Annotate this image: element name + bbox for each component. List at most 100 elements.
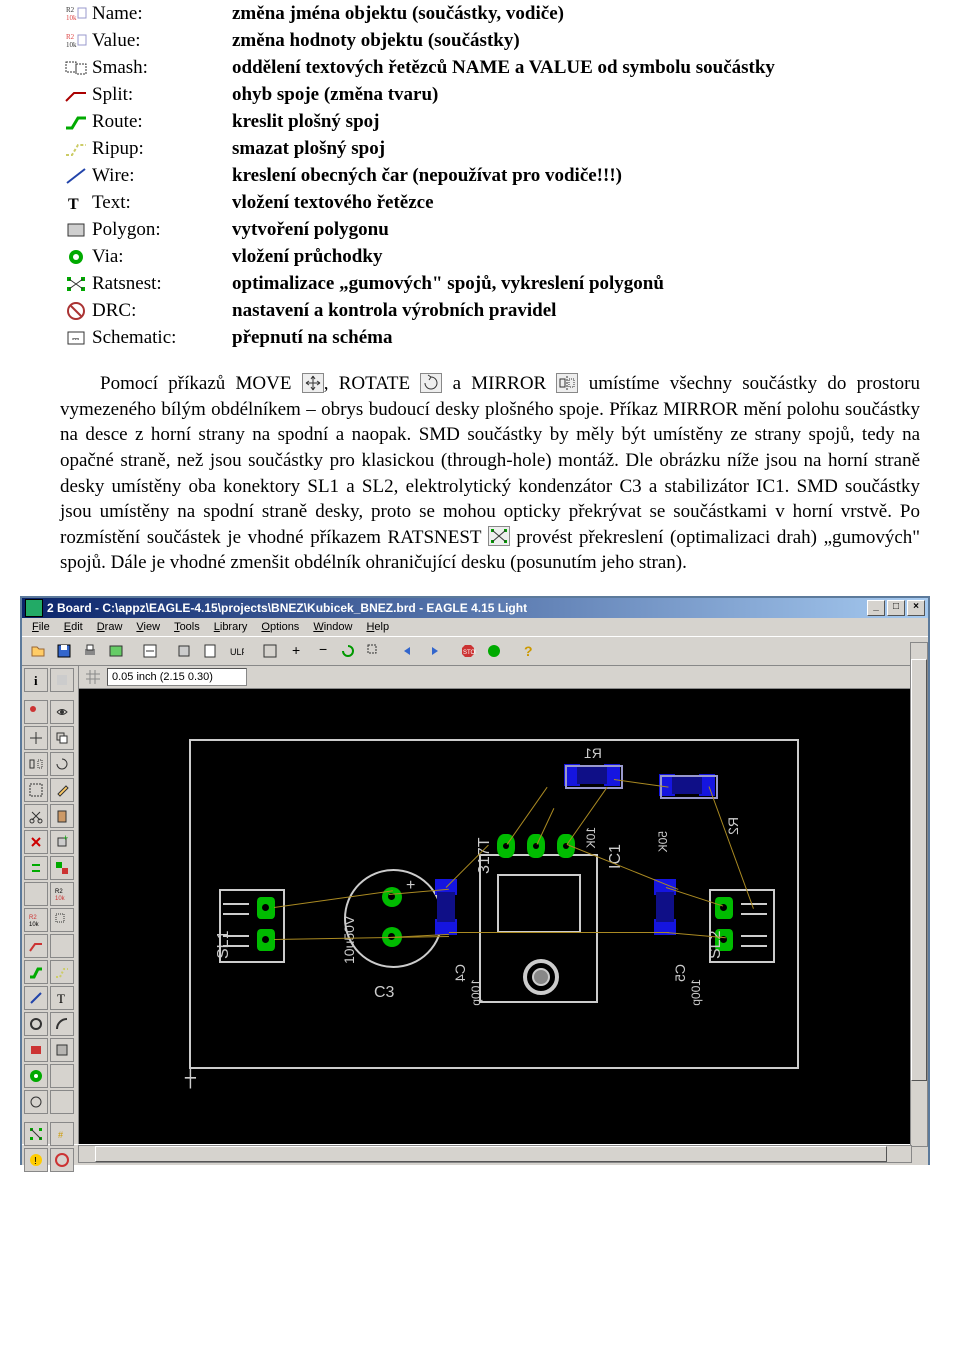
label-c4: C4 xyxy=(452,964,468,982)
auto-button[interactable]: # xyxy=(50,1122,74,1146)
optimize-button[interactable] xyxy=(50,934,74,958)
cmd-desc: vytvoření polygonu xyxy=(232,216,920,243)
copy-button[interactable] xyxy=(50,726,74,750)
svg-text:+: + xyxy=(63,834,68,843)
cmd-label: Text: xyxy=(92,189,232,216)
run-button[interactable]: ULP xyxy=(224,639,248,663)
help-button[interactable]: ? xyxy=(516,639,540,663)
zoom-out-button[interactable]: − xyxy=(310,639,334,663)
mirror-button[interactable] xyxy=(24,752,48,776)
hole-button[interactable] xyxy=(24,1090,48,1114)
replace-button[interactable] xyxy=(50,856,74,880)
text-button[interactable]: T xyxy=(50,986,74,1010)
stop-button[interactable]: STOP xyxy=(456,639,480,663)
svg-text:STOP: STOP xyxy=(463,650,476,656)
cam-button[interactable] xyxy=(104,639,128,663)
errors-button[interactable] xyxy=(50,1148,74,1172)
origin-marker: ┼ xyxy=(185,1068,196,1089)
split-button[interactable] xyxy=(24,934,48,958)
menu-view[interactable]: View xyxy=(130,621,166,633)
attribute-button[interactable] xyxy=(50,1090,74,1114)
cmd-label: Polygon: xyxy=(92,216,232,243)
pinswap-button[interactable] xyxy=(24,856,48,880)
cmd-desc: nastavení a kontrola výrobních pravidel xyxy=(232,297,920,324)
route-icon xyxy=(64,112,88,132)
menu-draw[interactable]: Draw xyxy=(91,621,129,633)
rect-button[interactable] xyxy=(24,1038,48,1062)
cmd-desc: ohyb spoje (změna tvaru) xyxy=(232,81,920,108)
svg-text:10k: 10k xyxy=(29,922,40,928)
paste-button[interactable] xyxy=(50,804,74,828)
add-button[interactable]: + xyxy=(50,830,74,854)
ripup-button[interactable] xyxy=(50,960,74,984)
close-button[interactable]: × xyxy=(907,600,925,616)
titlebar[interactable]: 2 Board - C:\appz\EAGLE-4.15\projects\BN… xyxy=(22,598,928,618)
script-button[interactable] xyxy=(198,639,222,663)
menu-library[interactable]: Library xyxy=(208,621,254,633)
arc-button[interactable] xyxy=(50,1012,74,1036)
go-button[interactable] xyxy=(482,639,506,663)
main-toolbar: ULP + − STOP ? xyxy=(22,636,928,666)
print-button[interactable] xyxy=(78,639,102,663)
group-button[interactable] xyxy=(24,778,48,802)
cmd-desc: přepnutí na schéma xyxy=(232,324,920,351)
minimize-button[interactable]: _ xyxy=(867,600,885,616)
circle-button[interactable] xyxy=(24,1012,48,1036)
polygon-button[interactable] xyxy=(50,1038,74,1062)
show-button[interactable] xyxy=(50,700,74,724)
wire-icon xyxy=(64,166,88,186)
svg-text:10k: 10k xyxy=(66,41,77,49)
rotate-button[interactable] xyxy=(50,752,74,776)
erc-button[interactable]: ! xyxy=(24,1148,48,1172)
menu-options[interactable]: Options xyxy=(255,621,305,633)
name-button[interactable]: R210k xyxy=(50,882,74,906)
grid-button[interactable] xyxy=(83,667,103,687)
scrollbar-vertical[interactable] xyxy=(910,642,928,1147)
change-button[interactable] xyxy=(50,778,74,802)
label-sl1: SL1 xyxy=(215,931,233,959)
zoom-select-button[interactable] xyxy=(362,639,386,663)
save-button[interactable] xyxy=(52,639,76,663)
maximize-button[interactable]: □ xyxy=(887,600,905,616)
info-button[interactable]: i xyxy=(24,668,48,692)
value-button[interactable]: R210k xyxy=(24,908,48,932)
cmd-label: Wire: xyxy=(92,162,232,189)
smash-button[interactable] xyxy=(50,908,74,932)
polygon-icon xyxy=(64,220,88,240)
schematic-button[interactable] xyxy=(138,639,162,663)
cmd-desc: smazat plošný spoj xyxy=(232,135,920,162)
cut-button[interactable] xyxy=(24,804,48,828)
scrollbar-horizontal[interactable] xyxy=(78,1145,912,1163)
zoom-in-button[interactable]: + xyxy=(284,639,308,663)
via-button[interactable] xyxy=(24,1064,48,1088)
display-button[interactable] xyxy=(50,668,74,692)
mark-button[interactable] xyxy=(24,700,48,724)
open-button[interactable] xyxy=(26,639,50,663)
ratsnest-icon xyxy=(64,274,88,294)
lock-button[interactable] xyxy=(24,882,48,906)
delete-button[interactable] xyxy=(24,830,48,854)
svg-text:10k: 10k xyxy=(55,896,66,902)
undo-button[interactable] xyxy=(396,639,420,663)
menu-edit[interactable]: Edit xyxy=(58,621,89,633)
cmd-label: DRC: xyxy=(92,297,232,324)
redo-button[interactable] xyxy=(422,639,446,663)
label-c3: C3 xyxy=(374,984,394,1002)
use-button[interactable] xyxy=(172,639,196,663)
ratsnest-button[interactable] xyxy=(24,1122,48,1146)
zoom-fit-button[interactable] xyxy=(258,639,282,663)
cmd-label: Ripup: xyxy=(92,135,232,162)
text-icon: T xyxy=(64,193,88,213)
route-button[interactable] xyxy=(24,960,48,984)
svg-text:R2: R2 xyxy=(55,889,63,895)
menu-window[interactable]: Window xyxy=(307,621,358,633)
menu-tools[interactable]: Tools xyxy=(168,621,206,633)
move-button[interactable] xyxy=(24,726,48,750)
redraw-button[interactable] xyxy=(336,639,360,663)
wire-button[interactable] xyxy=(24,986,48,1010)
signal-button[interactable] xyxy=(50,1064,74,1088)
para-text: , ROTATE xyxy=(324,373,421,394)
menu-help[interactable]: Help xyxy=(360,621,395,633)
board-canvas[interactable]: ┼ SL1 xyxy=(79,689,928,1144)
menu-file[interactable]: File xyxy=(26,621,56,633)
